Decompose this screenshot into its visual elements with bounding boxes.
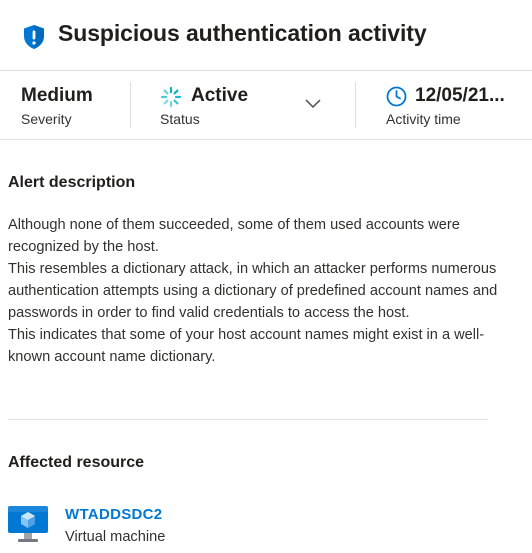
status-label: Status [160, 111, 200, 127]
resource-name-link[interactable]: WTADDSDC2 [65, 506, 162, 523]
resource-type: Virtual machine [65, 529, 166, 545]
chevron-down-icon[interactable] [304, 97, 322, 109]
status-dropdown[interactable]: Active Status [160, 71, 330, 139]
shield-alert-icon [24, 25, 44, 49]
description-paragraph: Although none of them succeeded, some of… [8, 217, 460, 255]
description-paragraph: This indicates that some of your host ac… [8, 327, 485, 365]
status-value: Active [191, 85, 249, 106]
divider [130, 82, 131, 128]
severity-value: Medium [21, 85, 93, 106]
divider [355, 82, 356, 128]
activity-time-label: Activity time [386, 111, 461, 127]
severity-label: Severity [21, 111, 72, 127]
activity-time-value: 12/05/21... [415, 85, 505, 106]
clock-icon [386, 86, 407, 107]
spinner-icon [160, 86, 182, 108]
description-paragraph: This resembles a dictionary attack, in w… [8, 261, 498, 321]
alert-description-text: Although none of them succeeded, some of… [8, 214, 518, 368]
alert-details-pane: Suspicious authentication activity Mediu… [0, 0, 532, 553]
affected-resource-heading: Affected resource [8, 454, 145, 471]
alert-title: Suspicious authentication activity [58, 20, 427, 46]
section-divider [8, 419, 488, 420]
alert-header: Suspicious authentication activity [0, 0, 532, 70]
alert-description-heading: Alert description [8, 174, 136, 191]
alert-summary-bar: Medium Severity Active Status 12/05/21..… [0, 70, 532, 140]
virtual-machine-icon [8, 506, 48, 542]
